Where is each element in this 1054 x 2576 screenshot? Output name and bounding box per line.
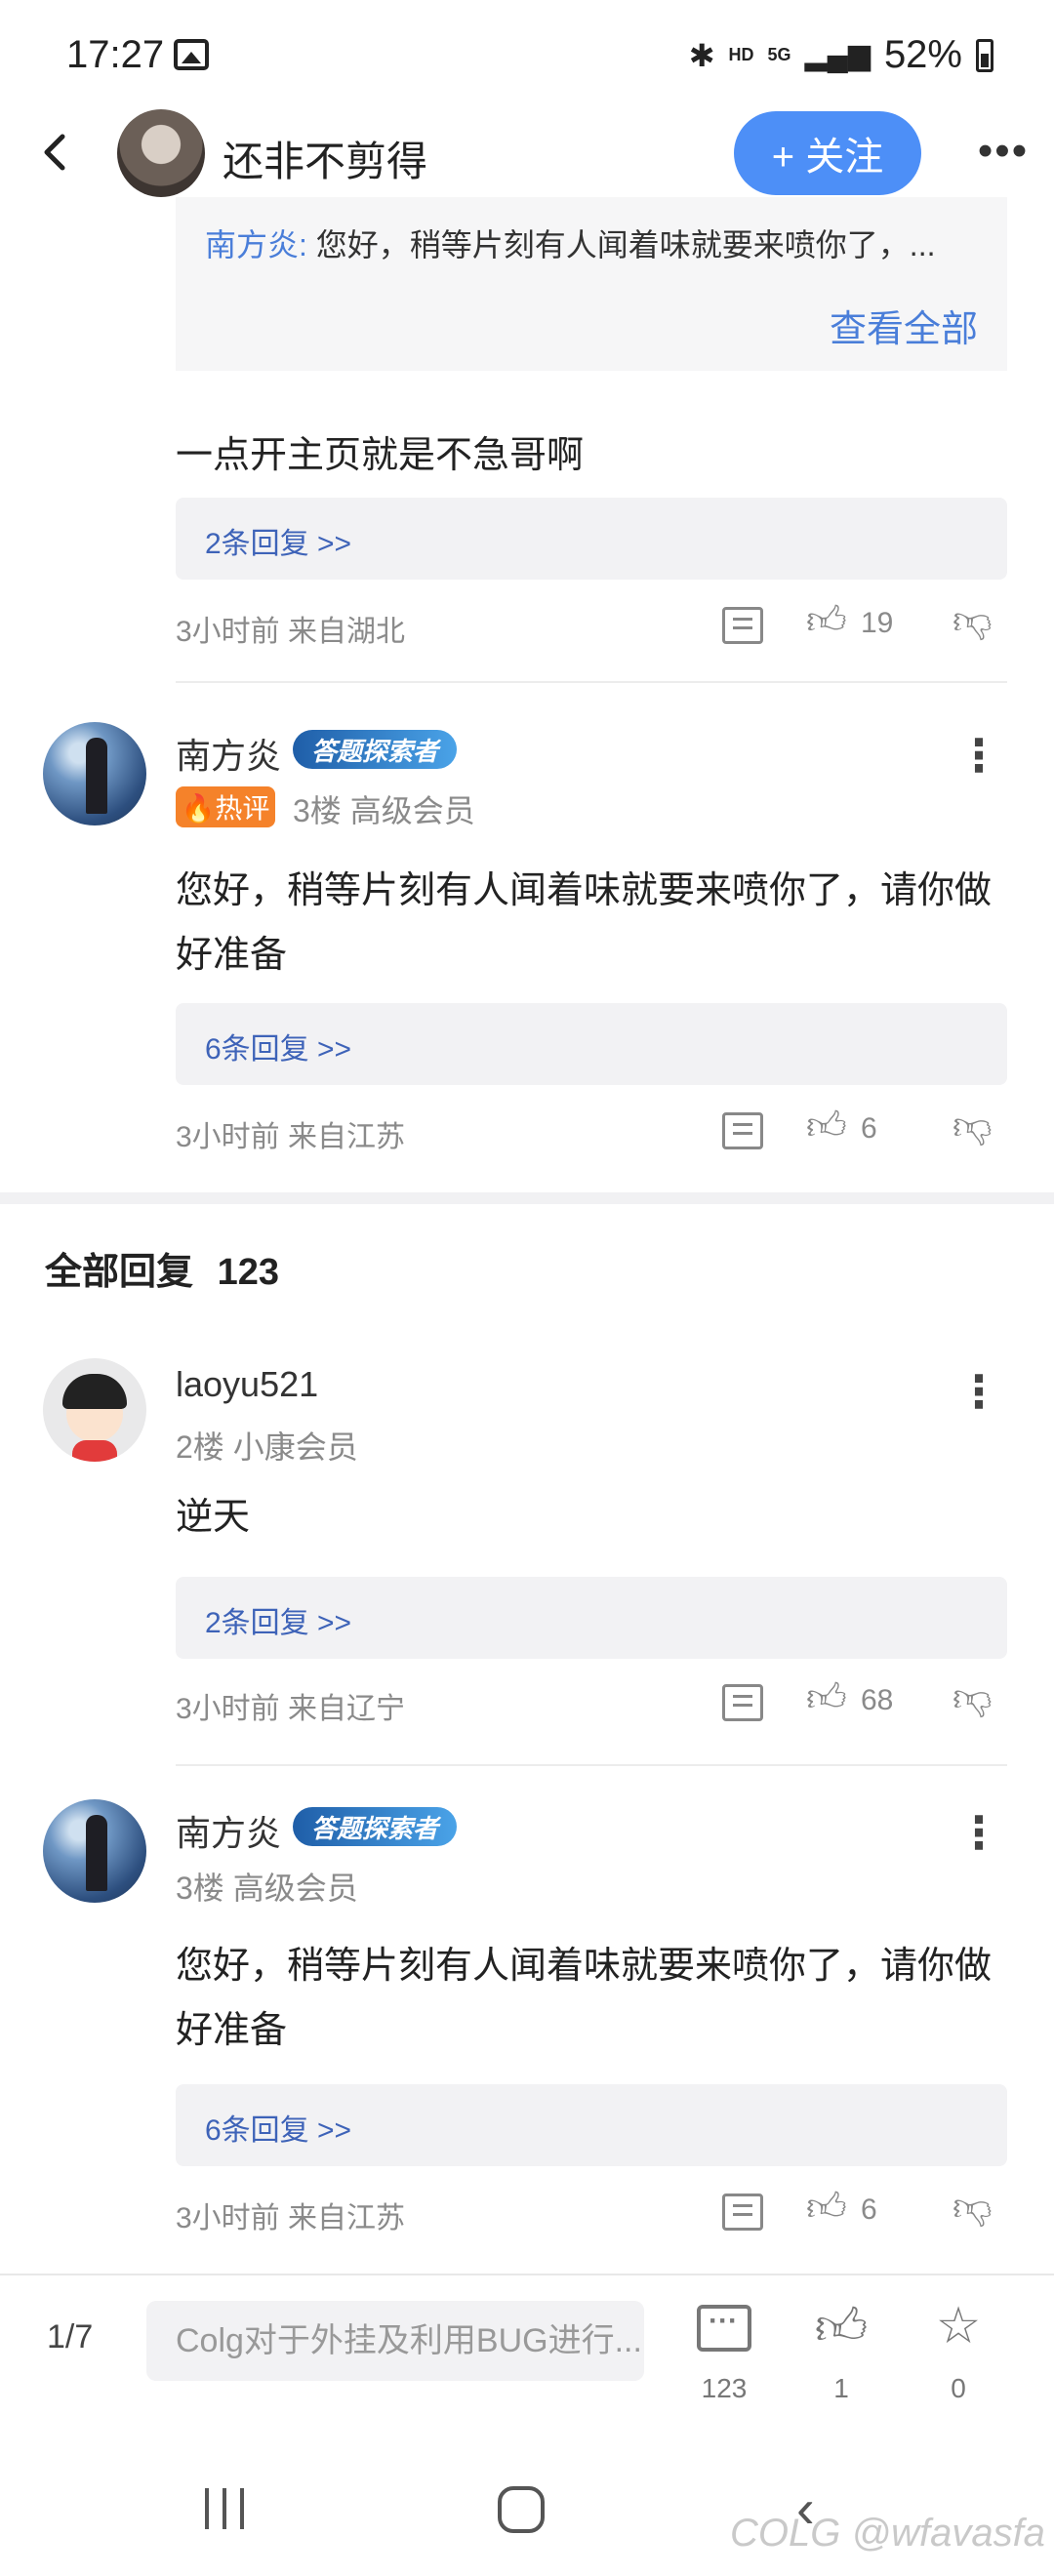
comment-more-icon[interactable]: ⋮ [956,726,1001,785]
bottom-action-bar: 1/7 Colg对于外挂及利用BUG进行... 123 👍︎ 1 ☆ 0 [0,2274,1054,2420]
bluetooth-icon: ✱ [688,37,715,73]
comment-meta: 2楼 小康会员 [176,1429,358,1465]
battery-icon [976,38,993,72]
comment-item: laoyu521 2楼 小康会员 ⋮ 逆天 2条回复 >> 3小时前 来自辽宁 … [0,1347,1054,1766]
comment-item: 南方炎 答题探索者 3楼 高级会员 ⋮ 您好，稍等片刻有人闻着味就要来喷你了，请… [0,1766,1054,2274]
comment-time: 3小时前 来自湖北 [176,616,406,648]
thumbs-down-icon[interactable]: 👎︎ [953,597,993,644]
back-arrow-icon[interactable] [35,131,78,174]
reply-preview-line: 南方炎: 您好，稍等片刻有人闻着味就要来喷你了，... [205,221,935,265]
network-type: 5G [767,45,791,64]
thumbs-up-icon[interactable]: 👍︎ [812,2297,871,2357]
comment-body: 一点开主页就是不急哥啊 [176,435,585,476]
replies-box[interactable]: 6条回复 >> [176,2084,1007,2166]
thumbs-down-icon[interactable]: 👎︎ [953,1103,993,1149]
member-badge: 答题探索者 [293,730,457,769]
thumbs-up-icon[interactable]: 👍︎ [806,2184,847,2231]
comment-icon[interactable] [722,607,763,644]
all-replies-count: 123 [217,1252,279,1293]
comment-time: 3小时前 来自江苏 [176,2202,406,2234]
replies-box[interactable]: 2条回复 >> [176,1577,1007,1659]
reply-preview-text: 您好，稍等片刻有人闻着味就要来喷你了，... [315,227,936,262]
thumbs-up-icon[interactable]: 👍︎ [806,1674,847,1721]
hd-indicator: HD [728,45,754,64]
like-count: 1 [833,2373,849,2403]
comment-icon[interactable] [697,2305,751,2352]
comment-meta: 3楼 高级会员 [176,1871,358,1906]
comment-meta: 3楼 高级会员 [293,793,475,828]
favorite-count: 0 [951,2373,966,2403]
page-indicator[interactable]: 1/7 [47,2318,93,2356]
star-icon[interactable]: ☆ [929,2297,988,2355]
signal-icon: ▂▄▆ [804,39,871,71]
battery-percent: 52% [883,33,962,76]
replies-link[interactable]: 6条回复 >> [205,2106,351,2149]
thumbs-down-icon[interactable]: 👎︎ [953,2184,993,2231]
status-time: 17:27 [66,33,165,76]
all-replies-title: 全部回复 123 [45,1241,279,1295]
reply-preview-box[interactable]: 南方炎: 您好，稍等片刻有人闻着味就要来喷你了，... 查看全部 [176,197,1007,371]
hot-comment-tag: 🔥热评 [176,786,275,827]
like-count: 68 [861,1684,894,1716]
comment-author[interactable]: laoyu521 [176,1364,318,1405]
comment-body: 您好，稍等片刻有人闻着味就要来喷你了，请你做好准备 [176,870,993,976]
comment-author[interactable]: 南方炎 [176,1805,281,1856]
follow-button[interactable]: + 关注 [734,111,921,195]
avatar-hair [62,1374,127,1409]
comment-count: 123 [701,2373,748,2403]
thumbs-up-icon[interactable]: 👍︎ [806,1103,847,1149]
member-badge: 答题探索者 [293,1807,457,1846]
replies-link[interactable]: 2条回复 >> [205,1598,351,1641]
comment-body: 逆天 [176,1497,251,1538]
status-indicators: ✱ HD 5G ▂▄▆ 52% [689,33,993,77]
comment-item: 一点开主页就是不急哥啊 2条回复 >> 3小时前 来自湖北 👍︎ 19 👎︎ [0,371,1054,683]
thread-header: 还非不剪得 + 关注 ••• [0,107,1054,197]
comment-more-icon[interactable]: ⋮ [956,1362,1001,1421]
gallery-icon [174,39,209,70]
section-separator [0,1192,1054,1204]
comment-time: 3小时前 来自江苏 [176,1121,406,1153]
view-all-link[interactable]: 查看全部 [830,299,978,352]
all-replies-label: 全部回复 [45,1252,194,1293]
system-nav-bar: ‹ COLG @wfavasfa [0,2420,1054,2576]
reply-preview-author[interactable]: 南方炎: [205,227,307,262]
like-count: 19 [861,607,894,639]
comment-icon[interactable] [722,2194,763,2231]
comment-author[interactable]: 南方炎 [176,728,281,779]
thumbs-up-icon[interactable]: 👍︎ [806,597,847,644]
comment-icon[interactable] [722,1684,763,1721]
home-icon[interactable] [498,2486,545,2533]
comment-more-icon[interactable]: ⋮ [956,1803,1001,1862]
replies-box[interactable]: 2条回复 >> [176,498,1007,580]
replies-box[interactable]: 6条回复 >> [176,1003,1007,1085]
author-avatar[interactable] [117,109,205,197]
comment-body: 您好，稍等片刻有人闻着味就要来喷你了，请你做好准备 [176,1946,993,2051]
like-count: 6 [861,2194,877,2226]
comment-item: 南方炎 答题探索者 🔥热评 3楼 高级会员 ⋮ 您好，稍等片刻有人闻着味就要来喷… [0,683,1054,1190]
avatar[interactable] [43,722,146,825]
reply-input[interactable]: Colg对于外挂及利用BUG进行... [146,2301,644,2381]
watermark: COLG @wfavasfa [730,2512,1045,2555]
author-name[interactable]: 还非不剪得 [223,129,427,188]
replies-link[interactable]: 6条回复 >> [205,1025,351,1067]
comment-time: 3小时前 来自辽宁 [176,1693,406,1725]
status-bar: 17:27 ✱ HD 5G ▂▄▆ 52% [0,0,1054,107]
thumbs-down-icon[interactable]: 👎︎ [953,1674,993,1721]
avatar-shirt [72,1440,117,1462]
recent-apps-icon[interactable] [205,2488,248,2529]
replies-link[interactable]: 2条回复 >> [205,519,351,562]
more-options-icon[interactable]: ••• [974,127,1033,176]
avatar[interactable] [43,1358,146,1462]
comment-icon[interactable] [722,1112,763,1149]
avatar[interactable] [43,1799,146,1903]
like-count: 6 [861,1112,877,1145]
